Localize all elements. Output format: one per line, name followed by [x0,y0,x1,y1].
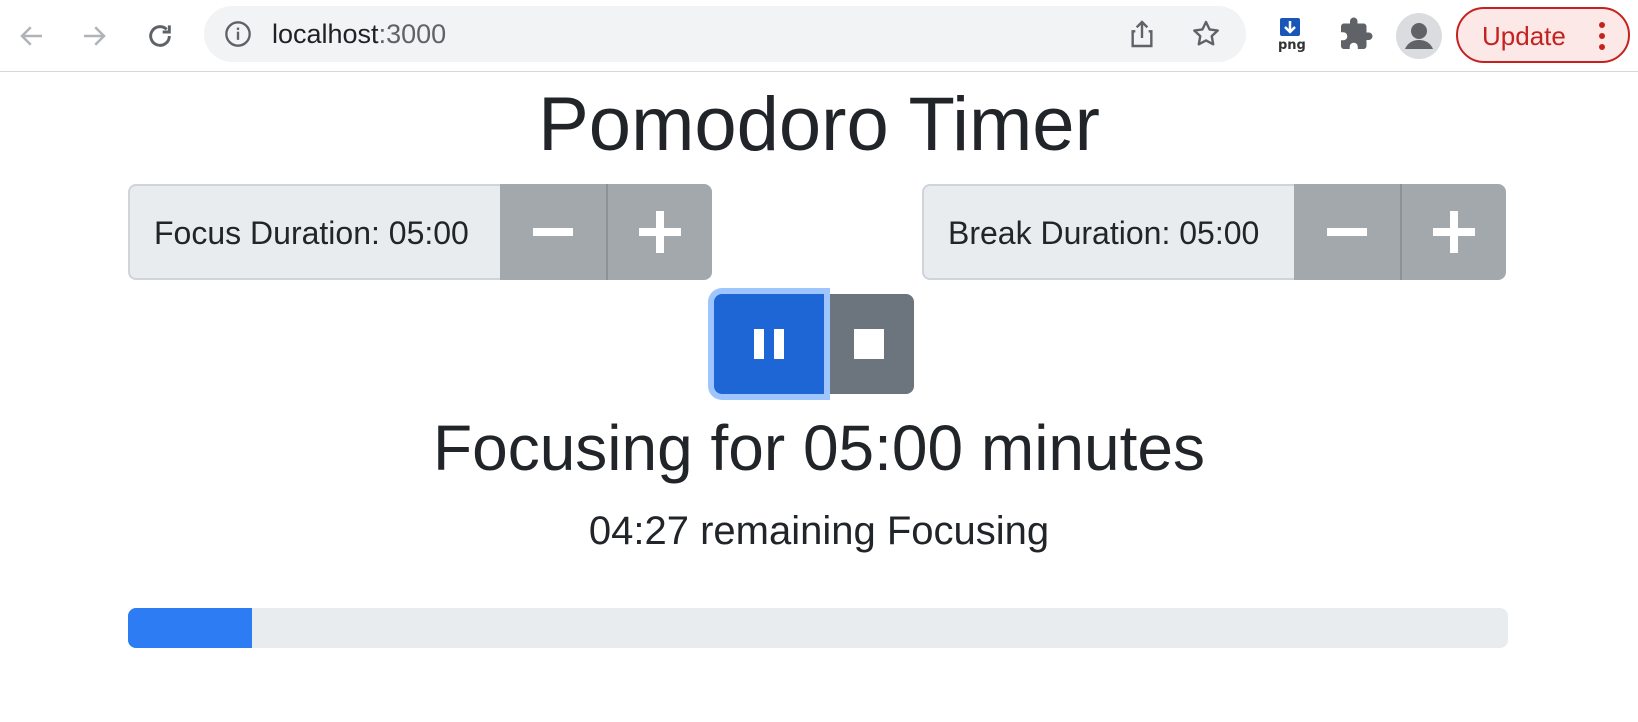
break-decrease-button[interactable] [1294,184,1400,280]
progress-bar [128,608,253,648]
stop-button[interactable] [824,294,914,394]
profile-avatar-icon[interactable] [1396,13,1442,59]
bookmark-star-icon[interactable] [1190,18,1222,50]
site-info-icon[interactable] [224,20,252,48]
url-host: localhost [272,19,379,49]
progress-track [128,608,1508,648]
plus-icon [639,211,681,253]
break-increase-button[interactable] [1400,184,1506,280]
minus-icon [1327,228,1367,236]
png-extension-label: png [1278,38,1306,53]
break-duration-label: Break Duration: 05:00 [922,184,1294,280]
minus-icon [533,228,573,236]
more-menu-icon[interactable] [1598,21,1606,51]
break-duration-group: Break Duration: 05:00 [922,184,1506,280]
focus-duration-group: Focus Duration: 05:00 [128,184,712,280]
url-text: localhost:3000 [272,6,446,62]
url-port: :3000 [378,19,447,49]
update-label: Update [1482,21,1566,51]
pause-button[interactable] [714,294,824,394]
update-button[interactable]: Update [1456,7,1630,63]
share-icon[interactable] [1126,18,1158,50]
forward-arrow-icon[interactable] [72,14,116,58]
page-title: Pomodoro Timer [538,82,1100,167]
browser-toolbar: localhost:3000 png Update [0,0,1638,72]
focus-duration-label: Focus Duration: 05:00 [128,184,500,280]
stop-icon [854,329,884,359]
pause-icon [754,329,784,359]
status-heading: Focusing for 05:00 minutes [433,412,1205,484]
reload-icon[interactable] [138,14,182,58]
extensions-puzzle-icon[interactable] [1338,16,1374,52]
back-arrow-icon[interactable] [10,14,54,58]
address-bar[interactable]: localhost:3000 [204,6,1246,62]
timer-controls [714,294,914,394]
focus-increase-button[interactable] [606,184,712,280]
plus-icon [1433,211,1475,253]
png-extension-icon[interactable]: png [1274,16,1306,56]
focus-decrease-button[interactable] [500,184,606,280]
remaining-text: 04:27 remaining Focusing [588,509,1050,553]
